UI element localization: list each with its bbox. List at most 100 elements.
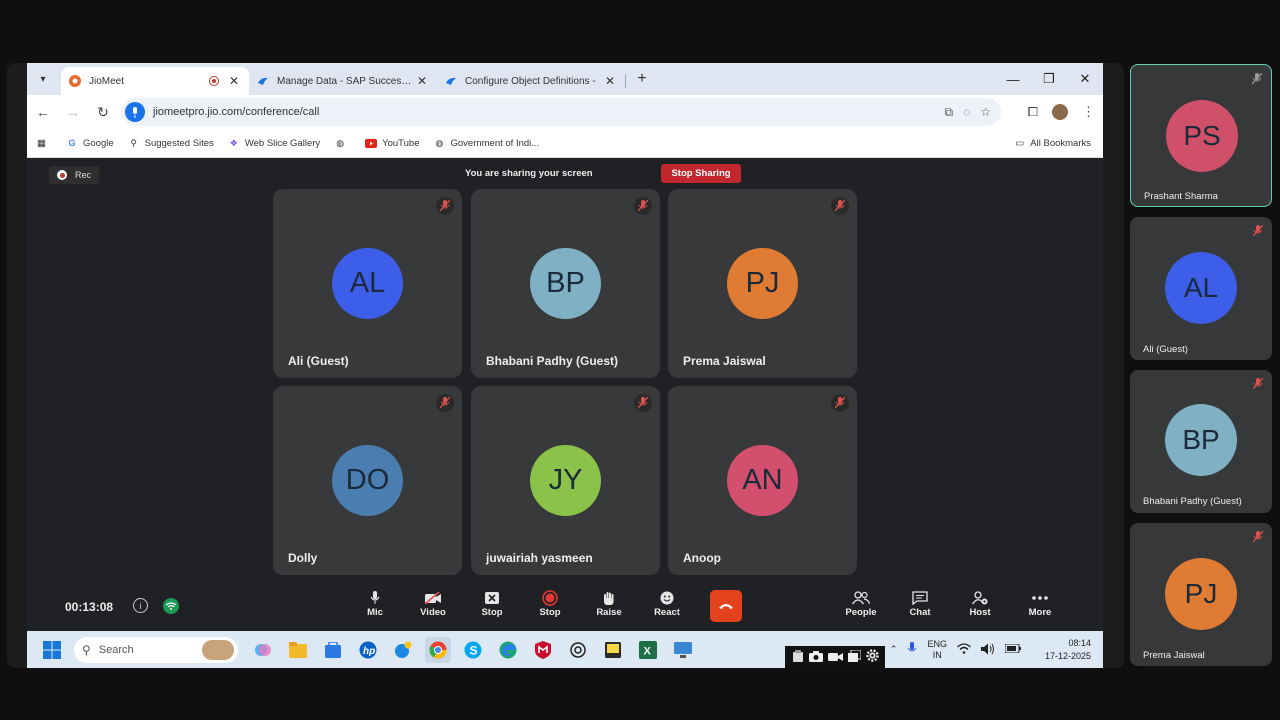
- skype-icon[interactable]: S: [460, 637, 486, 663]
- raise-hand-button[interactable]: Raise: [586, 590, 632, 618]
- gear-icon[interactable]: [865, 648, 879, 667]
- participant-name: juwairiah yasmeen: [486, 551, 593, 565]
- participant-name: Prema Jaiswal: [683, 354, 766, 368]
- avatar: PS: [1166, 100, 1238, 172]
- bookmark-government-of-india[interactable]: ◍ Government of Indi...: [433, 137, 540, 149]
- smiley-icon: [660, 590, 674, 606]
- omnibox[interactable]: jiomeetpro.jio.com/conference/call ⧉ ◌ ☆: [121, 98, 1001, 126]
- more-vert-icon[interactable]: ⋮: [1082, 104, 1095, 120]
- stop-recording-button[interactable]: Stop: [527, 590, 573, 618]
- people-button[interactable]: People: [838, 590, 884, 618]
- react-button[interactable]: React: [644, 590, 690, 618]
- sticky-notes-icon[interactable]: [600, 637, 626, 663]
- info-icon[interactable]: i: [133, 598, 148, 613]
- chrome-icon[interactable]: [425, 636, 451, 663]
- sidebar-participant-tile[interactable]: PS Prashant Sharma: [1130, 64, 1272, 207]
- star-icon[interactable]: ☆: [980, 105, 991, 120]
- sidebar-participant-tile[interactable]: BP Bhabani Padhy (Guest): [1130, 370, 1272, 513]
- remote-desktop-icon[interactable]: [670, 637, 696, 663]
- tab-separator: [625, 74, 626, 88]
- install-app-icon[interactable]: ⧉: [945, 105, 954, 120]
- mic-muted-icon: [1249, 71, 1265, 87]
- participant-name: Ali (Guest): [288, 354, 349, 368]
- close-window-icon[interactable]: ✕: [1067, 63, 1103, 95]
- camera-icon[interactable]: [808, 649, 823, 667]
- close-tab-icon[interactable]: ✕: [415, 74, 429, 88]
- bookmark-web-slice-gallery[interactable]: ❖ Web Slice Gallery: [228, 137, 320, 149]
- recording-badge: Rec: [49, 166, 100, 184]
- copilot-icon[interactable]: [250, 637, 276, 663]
- paste-icon[interactable]: [792, 649, 804, 667]
- close-tab-icon[interactable]: ✕: [603, 74, 617, 88]
- jiomeet-favicon-icon: [69, 75, 81, 87]
- forward-button[interactable]: →: [59, 98, 87, 126]
- participant-tile[interactable]: DO Dolly: [273, 386, 462, 575]
- eye-off-icon[interactable]: ◌: [963, 105, 970, 120]
- host-button[interactable]: Host: [957, 590, 1003, 618]
- microphone-icon[interactable]: [907, 642, 917, 657]
- battery-icon[interactable]: [1004, 643, 1021, 655]
- chat-button[interactable]: Chat: [897, 590, 943, 618]
- reload-button[interactable]: ↻: [89, 98, 117, 126]
- bookmark-youtube[interactable]: YouTube: [365, 137, 419, 149]
- arrow-left-icon: ←: [36, 104, 50, 120]
- tab-jiomeet[interactable]: JioMeet ✕: [61, 67, 249, 95]
- microsoft-store-icon[interactable]: [320, 637, 346, 663]
- bookmark-google[interactable]: G Google: [66, 137, 113, 149]
- sharing-status-text: You are sharing your screen: [465, 168, 593, 179]
- microphone-in-use-icon[interactable]: [125, 102, 145, 122]
- file-explorer-icon[interactable]: [285, 637, 311, 663]
- windows-start-icon[interactable]: [39, 637, 65, 663]
- volume-icon[interactable]: [980, 643, 995, 657]
- tab-title: JioMeet: [89, 75, 125, 87]
- participant-tile[interactable]: AN Anoop: [668, 386, 857, 575]
- network-status-icon[interactable]: [163, 598, 179, 614]
- tab-configure-object[interactable]: Configure Object Definitions - ✕: [437, 67, 625, 95]
- participant-tile[interactable]: PJ Prema Jaiswal: [668, 189, 857, 378]
- video-camera-icon[interactable]: [827, 649, 843, 667]
- edge-icon[interactable]: [495, 637, 521, 663]
- search-icon: ⚲: [82, 642, 91, 657]
- excel-icon[interactable]: X: [635, 637, 661, 663]
- hp-icon[interactable]: hp: [355, 637, 381, 663]
- stop-share-button[interactable]: Stop: [469, 590, 515, 618]
- close-tab-icon[interactable]: ✕: [227, 74, 241, 88]
- sidebar-participant-tile[interactable]: AL Ali (Guest): [1130, 217, 1272, 360]
- tab-sap-manage-data[interactable]: Manage Data - SAP SuccessFac ✕: [249, 67, 437, 95]
- participant-tile[interactable]: AL Ali (Guest): [273, 189, 462, 378]
- apps-grid-icon[interactable]: ▦: [37, 138, 46, 149]
- tab-search-button[interactable]: ▾: [31, 67, 55, 91]
- language-indicator[interactable]: ENG IN: [927, 639, 947, 661]
- back-button[interactable]: ←: [29, 98, 57, 126]
- end-call-button[interactable]: [710, 590, 742, 622]
- new-tab-button[interactable]: +: [630, 67, 654, 91]
- wifi-icon[interactable]: [957, 643, 971, 656]
- support-assistant-icon[interactable]: [390, 637, 416, 663]
- participant-tile[interactable]: JY juwairiah yasmeen: [471, 386, 660, 575]
- clock[interactable]: 08:14 17-12-2025: [1045, 637, 1091, 663]
- tab-title: Configure Object Definitions -: [465, 75, 596, 87]
- restore-icon[interactable]: ❐: [1031, 63, 1067, 95]
- host-settings-icon: [972, 590, 988, 606]
- mcafee-icon[interactable]: [530, 637, 556, 663]
- stop-sharing-button[interactable]: Stop Sharing: [661, 164, 741, 183]
- participant-tile[interactable]: BP Bhabani Padhy (Guest): [471, 189, 660, 378]
- bookmark-globe[interactable]: ◍: [334, 137, 351, 149]
- extensions-icon[interactable]: ⧠: [1028, 104, 1038, 120]
- arrow-right-icon: →: [66, 104, 80, 120]
- profile-avatar[interactable]: [1052, 104, 1068, 120]
- sidebar-participant-tile[interactable]: PJ Prema Jaiswal: [1130, 523, 1272, 666]
- more-button[interactable]: More: [1017, 590, 1063, 618]
- mic-button[interactable]: Mic: [352, 590, 398, 618]
- avatar: JY: [530, 445, 601, 516]
- chatgpt-icon[interactable]: [565, 637, 591, 663]
- minimize-icon[interactable]: —: [995, 63, 1031, 95]
- video-button[interactable]: Video: [410, 590, 456, 618]
- taskbar-search[interactable]: ⚲ Search: [74, 636, 238, 663]
- avatar: PJ: [727, 248, 798, 319]
- window-icon[interactable]: [847, 649, 861, 667]
- chevron-up-icon[interactable]: ⌃: [890, 644, 898, 655]
- bookmark-suggested-sites[interactable]: ⚲ Suggested Sites: [128, 137, 213, 149]
- all-bookmarks-button[interactable]: ▭ All Bookmarks: [1015, 138, 1091, 149]
- mic-muted-icon: [1250, 223, 1266, 239]
